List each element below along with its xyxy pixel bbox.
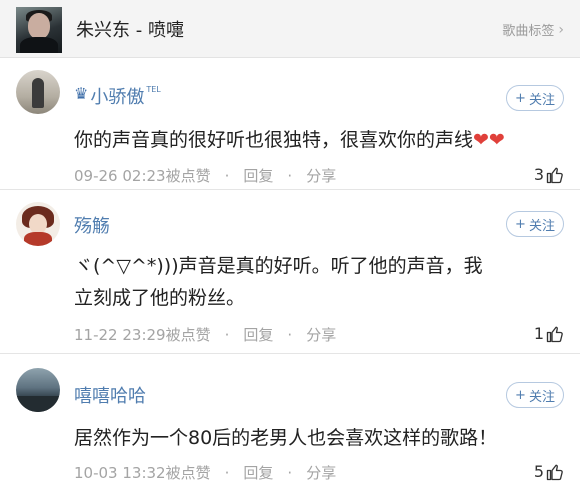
- plus-icon: +: [515, 90, 526, 106]
- like-count: 5: [533, 462, 544, 481]
- share-button[interactable]: 分享: [306, 324, 336, 345]
- follow-button[interactable]: + 关注: [506, 85, 564, 111]
- heart-emoji-icon: ❤❤: [473, 129, 505, 151]
- like-button[interactable]: 3: [534, 165, 564, 184]
- like-count: 1: [533, 324, 544, 343]
- follow-button[interactable]: + 关注: [506, 211, 564, 237]
- comment-item: ♛ 小骄傲 TEL + 关注 你的声音真的很好听也很独特，很喜欢你的声线❤❤ 0…: [0, 58, 580, 190]
- like-button[interactable]: 1: [534, 324, 564, 343]
- comment-meta: 11-22 23:29 被点赞 · 回复 · 分享: [74, 324, 336, 345]
- separator: ·: [287, 463, 293, 482]
- separator: ·: [224, 463, 230, 482]
- user-avatar[interactable]: [16, 70, 60, 114]
- liked-label: 被点赞: [165, 464, 211, 482]
- song-tags-link[interactable]: 歌曲标签 ›: [502, 20, 564, 40]
- liked-label: 被点赞: [165, 167, 211, 185]
- thumbs-up-icon: [546, 464, 563, 480]
- follow-label: 关注: [528, 92, 555, 108]
- username-text: 殇觞: [74, 216, 110, 237]
- follow-button[interactable]: + 关注: [506, 382, 564, 408]
- comment-timestamp: 10-03 13:32: [74, 463, 166, 482]
- separator: ·: [224, 325, 230, 344]
- comment-text-body: 你的声音真的很好听也很独特，很喜欢你的声线: [74, 129, 474, 151]
- comment-meta: 10-03 13:32 被点赞 · 回复 · 分享: [74, 462, 336, 483]
- like-button[interactable]: 5: [534, 462, 564, 481]
- separator: ·: [224, 166, 230, 185]
- username-text: 嘻嘻哈哈: [74, 386, 146, 407]
- artist-avatar[interactable]: [16, 7, 62, 53]
- song-tags-label: 歌曲标签: [502, 24, 555, 39]
- comment-text-body: 居然作为一个80后的老男人也会喜欢这样的歌路！: [74, 427, 498, 449]
- chevron-right-icon: ›: [558, 21, 564, 38]
- reply-button[interactable]: 回复: [243, 324, 273, 345]
- comment-meta: 09-26 02:23 被点赞 · 回复 · 分享: [74, 165, 336, 186]
- comment-item: 殇觞 + 关注 ヾ(^▽^*)))声音是真的好听。听了他的声音，我 立刻成了他的…: [0, 190, 580, 354]
- song-title[interactable]: 朱兴东 - 喷嚏: [76, 16, 184, 42]
- vip-crown-icon: ♛: [74, 84, 89, 103]
- comment-item: 嘻嘻哈哈 + 关注 居然作为一个80后的老男人也会喜欢这样的歌路！ 10-03 …: [0, 354, 580, 496]
- share-button[interactable]: 分享: [306, 462, 336, 483]
- separator: ·: [287, 325, 293, 344]
- comment-text-line: 立刻成了他的粉丝。: [74, 287, 246, 309]
- follow-label: 关注: [528, 218, 555, 234]
- comment-text: ヾ(^▽^*)))声音是真的好听。听了他的声音，我 立刻成了他的粉丝。: [74, 250, 556, 314]
- thumbs-up-icon: [546, 167, 563, 183]
- comment-text: 居然作为一个80后的老男人也会喜欢这样的歌路！: [74, 422, 556, 454]
- plus-icon: +: [515, 216, 526, 232]
- plus-icon: +: [515, 387, 526, 403]
- user-avatar[interactable]: [16, 368, 60, 412]
- comment-username[interactable]: 殇觞: [74, 212, 110, 238]
- comment-timestamp: 09-26 02:23: [74, 166, 166, 185]
- share-button[interactable]: 分享: [306, 165, 336, 186]
- reply-button[interactable]: 回复: [243, 462, 273, 483]
- tel-badge: TEL: [146, 85, 161, 94]
- reply-button[interactable]: 回复: [243, 165, 273, 186]
- thumbs-up-icon: [546, 326, 563, 342]
- comment-text-line: ヾ(^▽^*)))声音是真的好听。听了他的声音，我: [74, 255, 483, 277]
- like-count: 3: [533, 165, 544, 184]
- liked-label: 被点赞: [165, 326, 211, 344]
- comment-username[interactable]: 嘻嘻哈哈: [74, 382, 146, 408]
- user-avatar[interactable]: [16, 202, 60, 246]
- separator: ·: [287, 166, 293, 185]
- username-text: 小骄傲: [90, 87, 145, 108]
- comment-timestamp: 11-22 23:29: [74, 325, 166, 344]
- comment-text: 你的声音真的很好听也很独特，很喜欢你的声线❤❤: [74, 124, 556, 156]
- song-header: 朱兴东 - 喷嚏 歌曲标签 ›: [0, 0, 580, 58]
- comment-username[interactable]: ♛ 小骄傲 TEL: [74, 83, 161, 109]
- follow-label: 关注: [528, 389, 555, 405]
